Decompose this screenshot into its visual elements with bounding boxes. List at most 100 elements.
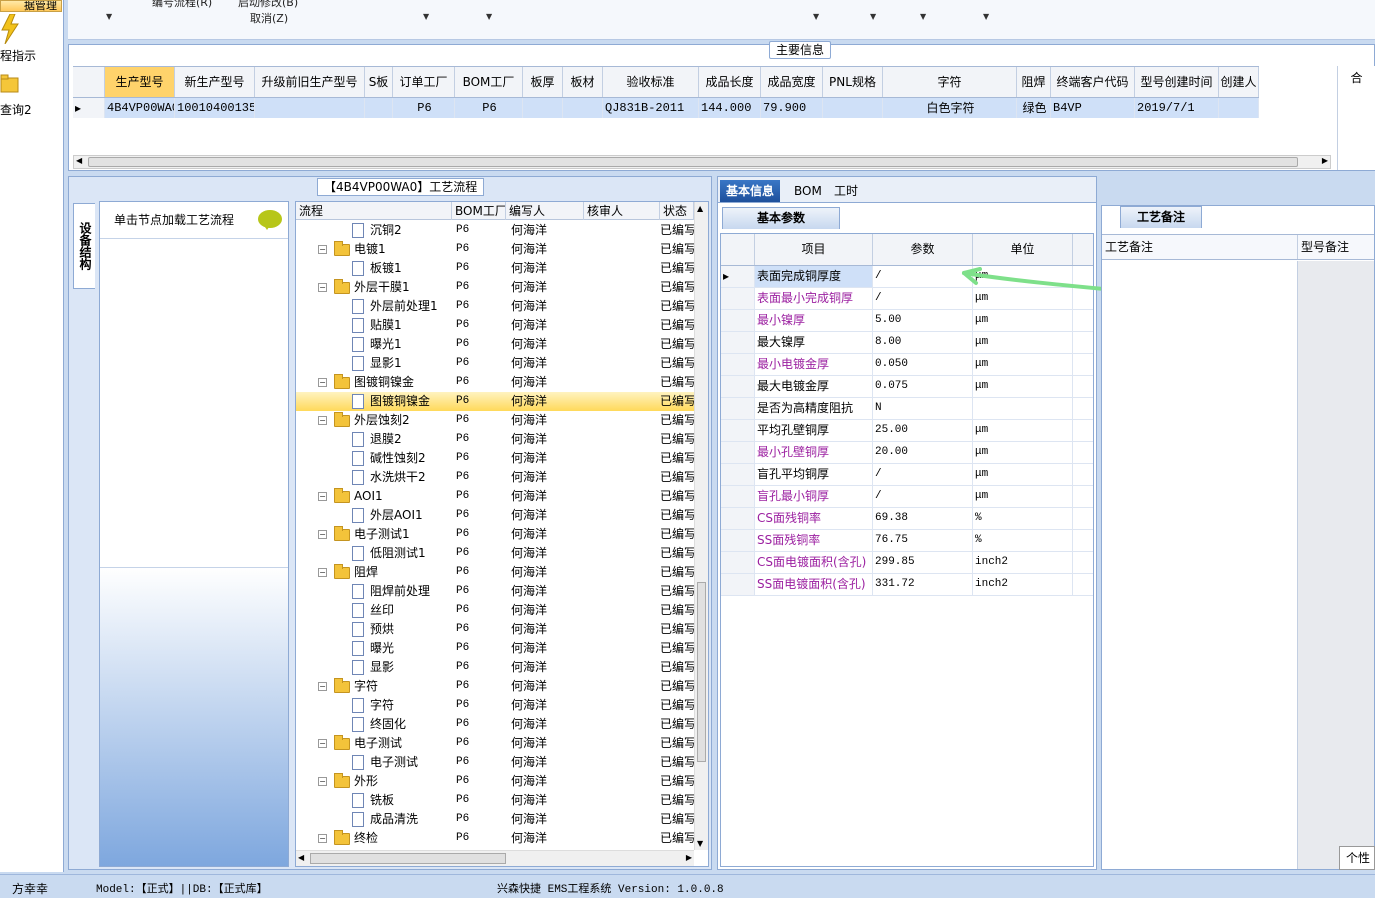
collapse-icon[interactable]: −	[318, 834, 327, 843]
tree-node-label[interactable]: 碱性蚀刻2	[370, 449, 426, 468]
tree-node-label[interactable]: 字符	[354, 677, 378, 696]
col-header[interactable]: 新生产型号	[175, 67, 255, 97]
tree-node-label[interactable]: 外层蚀刻2	[354, 411, 410, 430]
col-header[interactable]: 型号创建时间	[1135, 67, 1219, 97]
col-header[interactable]: S板	[365, 67, 393, 97]
tree-node-label[interactable]: AOI1	[354, 487, 383, 506]
collapse-icon[interactable]: −	[318, 283, 327, 292]
table-cell[interactable]	[823, 98, 883, 118]
tree-row[interactable]: − 电镀1 P6 何海洋 已编写	[296, 240, 694, 259]
tree-node-label[interactable]: 终固化	[370, 715, 406, 734]
tree-row[interactable]: 水洗烘干2 P6 何海洋 已编写	[296, 468, 694, 487]
tree-vscrollbar[interactable]: ▲ ▼	[694, 202, 708, 850]
collapse-icon[interactable]: −	[318, 245, 327, 254]
collapse-icon[interactable]: −	[318, 739, 327, 748]
tree-row[interactable]: 预烘 P6 何海洋 已编写	[296, 620, 694, 639]
tree-node-label[interactable]: 阻焊	[354, 563, 378, 582]
param-item[interactable]: CS面电镀面积(含孔)	[755, 552, 873, 573]
tree-node-label[interactable]: 外层前处理1	[370, 297, 438, 316]
tree-node-label[interactable]: 图镀铜镍金	[370, 392, 430, 411]
table-cell[interactable]: 10010400135967	[175, 98, 255, 118]
tree-node-label[interactable]: 成品清洗	[370, 810, 418, 829]
param-item[interactable]: 最大镍厚	[755, 332, 873, 353]
param-item[interactable]: SS面电镀面积(含孔)	[755, 574, 873, 595]
nav-query2[interactable]: 查询2	[0, 101, 62, 118]
param-unit[interactable]: μm	[973, 332, 1073, 353]
table-cell[interactable]: 144.000	[699, 98, 761, 118]
table-row[interactable]: SS面电镀面积(含孔) 331.72 inch2	[721, 574, 1093, 596]
table-row[interactable]: 平均孔壁铜厚 25.00 μm	[721, 420, 1093, 442]
col-header[interactable]: 订单工厂	[393, 67, 455, 97]
param-item[interactable]: 最小镍厚	[755, 310, 873, 331]
scroll-thumb[interactable]	[88, 157, 1298, 167]
param-unit[interactable]: μm	[973, 420, 1073, 441]
tree-row[interactable]: − 外层蚀刻2 P6 何海洋 已编写	[296, 411, 694, 430]
table-row[interactable]: 盲孔平均铜厚 / μm	[721, 464, 1093, 486]
collapse-icon[interactable]: −	[318, 777, 327, 786]
tree-row[interactable]: 沉铜2 P6 何海洋 已编写	[296, 221, 694, 240]
tree-node-label[interactable]: 预烘	[370, 620, 394, 639]
table-row[interactable]: 最大电镀金厚 0.075 μm	[721, 376, 1093, 398]
param-item[interactable]: 最大电镀金厚	[755, 376, 873, 397]
tree-node-label[interactable]: 退膜2	[370, 430, 402, 449]
tree-row[interactable]: − 图镀铜镍金 P6 何海洋 已编写	[296, 373, 694, 392]
tree-row[interactable]: 碱性蚀刻2 P6 何海洋 已编写	[296, 449, 694, 468]
table-cell[interactable]: QJ831B-2011	[603, 98, 699, 118]
tree-node-label[interactable]: 外形	[354, 772, 378, 791]
collapse-icon[interactable]: −	[318, 682, 327, 691]
table-cell[interactable]: P6	[393, 98, 455, 118]
tree-node-label[interactable]: 电子测试	[370, 753, 418, 772]
tree-node-label[interactable]: 曝光	[370, 639, 394, 658]
param-item[interactable]: 盲孔最小铜厚	[755, 486, 873, 507]
param-value[interactable]: 5.00	[873, 310, 973, 331]
param-item[interactable]: 表面最小完成铜厚	[755, 288, 873, 309]
param-value[interactable]: 0.050	[873, 354, 973, 375]
tree-node-label[interactable]: 铣板	[370, 791, 394, 810]
tree-node-label[interactable]: 电子测试	[354, 734, 402, 753]
table-row[interactable]: 最大镍厚 8.00 μm	[721, 332, 1093, 354]
tree-node-label[interactable]: 终检	[354, 829, 378, 848]
table-row[interactable]: 最小孔壁铜厚 20.00 μm	[721, 442, 1093, 464]
collapse-icon[interactable]: −	[318, 530, 327, 539]
param-item[interactable]: 最小电镀金厚	[755, 354, 873, 375]
tree-node-label[interactable]: 显影	[370, 658, 394, 677]
col-header[interactable]: 升级前旧生产型号	[255, 67, 365, 97]
param-unit[interactable]: μm	[973, 354, 1073, 375]
tree-node-label[interactable]: 图镀铜镍金	[354, 373, 414, 392]
tree-row[interactable]: 阻焊前处理 P6 何海洋 已编写	[296, 582, 694, 601]
chevron-down-icon[interactable]: ▼	[106, 12, 112, 21]
table-cell[interactable]	[563, 98, 603, 118]
param-value[interactable]: 0.075	[873, 376, 973, 397]
tab-process-remarks[interactable]: 工艺备注	[1120, 206, 1202, 228]
chevron-down-icon[interactable]: ▼	[920, 12, 926, 21]
collapse-icon[interactable]: −	[318, 378, 327, 387]
param-value[interactable]: N	[873, 398, 973, 419]
col-header[interactable]: 终端客户代码	[1051, 67, 1135, 97]
param-unit[interactable]: μm	[973, 376, 1073, 397]
chevron-down-icon[interactable]: ▼	[813, 12, 819, 21]
param-value[interactable]: 20.00	[873, 442, 973, 463]
param-item[interactable]: 最小孔壁铜厚	[755, 442, 873, 463]
table-cell[interactable]: 79.900	[761, 98, 823, 118]
remark-cell[interactable]	[1102, 261, 1298, 869]
tree-row[interactable]: 铣板 P6 何海洋 已编写	[296, 791, 694, 810]
tree-row[interactable]: 显影 P6 何海洋 已编写	[296, 658, 694, 677]
param-item[interactable]: 是否为高精度阻抗	[755, 398, 873, 419]
tree-node-label[interactable]: 外层干膜1	[354, 278, 410, 297]
toolbar-number-process[interactable]: 编号流程(R)	[152, 0, 212, 10]
col-header[interactable]: 成品长度	[699, 67, 761, 97]
chevron-down-icon[interactable]: ▼	[983, 12, 989, 21]
nav-process-guide[interactable]: 程指示	[0, 47, 62, 64]
param-value[interactable]: 8.00	[873, 332, 973, 353]
tab-equipment-structure[interactable]: 设备结构	[73, 203, 95, 289]
tree-row[interactable]: 板镀1 P6 何海洋 已编写	[296, 259, 694, 278]
param-item[interactable]: 平均孔壁铜厚	[755, 420, 873, 441]
param-unit[interactable]: μm	[973, 310, 1073, 331]
table-cell[interactable]	[255, 98, 365, 118]
table-row[interactable]: CS面残铜率 69.38%	[721, 508, 1093, 530]
col-header[interactable]: 字符	[883, 67, 1017, 97]
tree-node-label[interactable]: 电子测试1	[354, 525, 410, 544]
param-value[interactable]: 331.72	[873, 574, 973, 595]
chevron-down-icon[interactable]: ▼	[486, 12, 492, 21]
tree-node-label[interactable]: 显影1	[370, 354, 402, 373]
